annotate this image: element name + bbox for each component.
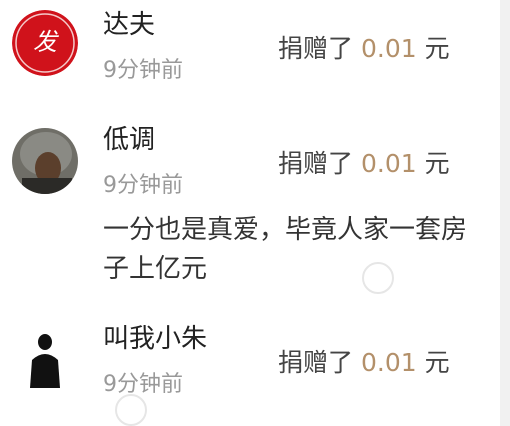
donation-amount: 0.01 [360, 348, 417, 377]
donation-prefix: 捐赠了 [278, 348, 354, 377]
radio-circle[interactable] [362, 262, 394, 294]
donation-prefix: 捐赠了 [278, 149, 354, 178]
donor-list-item: 发 达夫 9分钟前 捐赠了 0.01 元 [0, 0, 490, 100]
donation-amount-text: 捐赠了 0.01 元 [278, 32, 450, 66]
avatar[interactable] [12, 128, 78, 194]
donation-unit: 元 [424, 149, 450, 178]
scrollbar[interactable] [500, 0, 510, 426]
donation-unit: 元 [424, 34, 450, 63]
donor-name[interactable]: 叫我小朱 [103, 322, 207, 356]
donation-amount-text: 捐赠了 0.01 元 [278, 346, 450, 380]
avatar[interactable]: 发 [12, 10, 78, 76]
avatar[interactable] [12, 326, 78, 392]
red-seal-avatar-icon: 发 [12, 10, 78, 76]
donation-time: 9分钟前 [103, 173, 183, 198]
donation-time: 9分钟前 [103, 372, 183, 397]
donation-prefix: 捐赠了 [278, 34, 354, 63]
hooded-man-avatar-icon [12, 128, 78, 194]
donor-list-item: 叫我小朱 9分钟前 捐赠了 0.01 元 [0, 310, 490, 420]
donation-time: 9分钟前 [103, 58, 183, 83]
donor-name[interactable]: 达夫 [103, 8, 155, 42]
donation-amount-text: 捐赠了 0.01 元 [278, 147, 450, 181]
silhouette-man-avatar-icon [12, 326, 78, 392]
donation-amount: 0.01 [360, 34, 417, 63]
seal-char: 发 [33, 28, 60, 56]
donor-list-item: 低调 9分钟前 捐赠了 0.01 元 一分也是真爱，毕竟人家一套房子上亿元 [0, 115, 490, 305]
radio-circle[interactable] [115, 394, 147, 426]
donor-name[interactable]: 低调 [103, 123, 155, 157]
donation-unit: 元 [424, 348, 450, 377]
donor-comment: 一分也是真爱，毕竟人家一套房子上亿元 [103, 215, 468, 284]
donation-amount: 0.01 [360, 149, 417, 178]
